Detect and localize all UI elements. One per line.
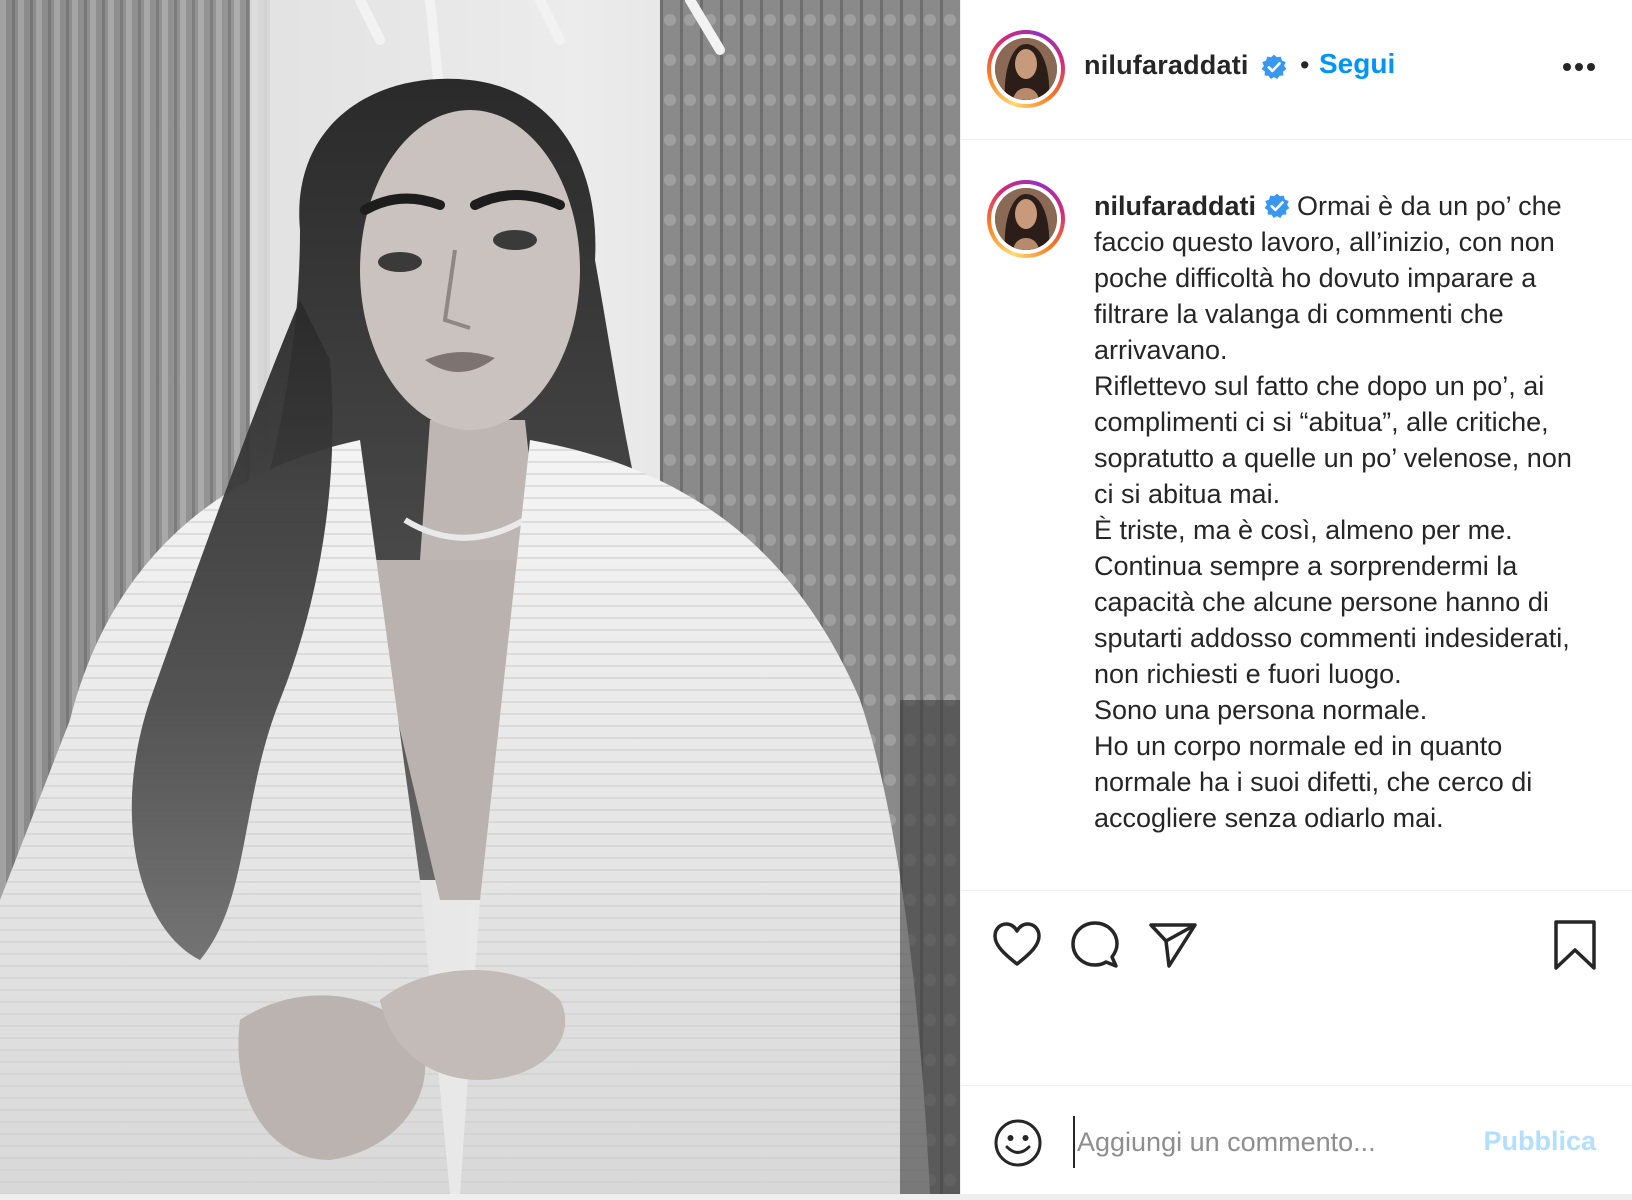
caption-verified-badge-icon (1264, 193, 1289, 219)
more-horizontal-icon[interactable] (1562, 62, 1596, 72)
post-actions (961, 890, 1632, 1085)
post-side-panel: nilufaraddati • Segui nilufaraddati Orma… (960, 0, 1632, 1194)
heart-icon[interactable] (991, 919, 1043, 971)
post-photo[interactable] (0, 0, 960, 1194)
comment-bar: Pubblica (961, 1085, 1632, 1194)
caption-avatar[interactable] (987, 180, 1065, 258)
post-photo-illustration (0, 0, 960, 1194)
bottom-border (0, 1194, 1632, 1200)
comment-icon[interactable] (1069, 919, 1121, 971)
caption-username[interactable]: nilufaraddati (1094, 191, 1256, 221)
avatar[interactable] (987, 30, 1065, 108)
bookmark-icon[interactable] (1549, 919, 1601, 971)
publish-button[interactable]: Pubblica (1483, 1126, 1596, 1157)
instagram-post: nilufaraddati • Segui nilufaraddati Orma… (0, 0, 1632, 1200)
post-header: nilufaraddati • Segui (961, 0, 1632, 140)
caption-body: Ormai è da un po’ che faccio questo lavo… (1094, 191, 1572, 833)
separator-dot: • (1300, 50, 1310, 80)
follow-button[interactable]: Segui (1319, 48, 1395, 80)
caption-area: nilufaraddati Ormai è da un po’ che facc… (961, 140, 1632, 890)
post-username[interactable]: nilufaraddati (1084, 50, 1249, 81)
smiley-icon[interactable] (993, 1118, 1043, 1168)
verified-badge-icon (1261, 54, 1287, 80)
caption-text: nilufaraddati Ormai è da un po’ che facc… (1094, 188, 1594, 836)
send-icon[interactable] (1147, 919, 1199, 971)
comment-input[interactable] (1073, 1116, 1459, 1168)
